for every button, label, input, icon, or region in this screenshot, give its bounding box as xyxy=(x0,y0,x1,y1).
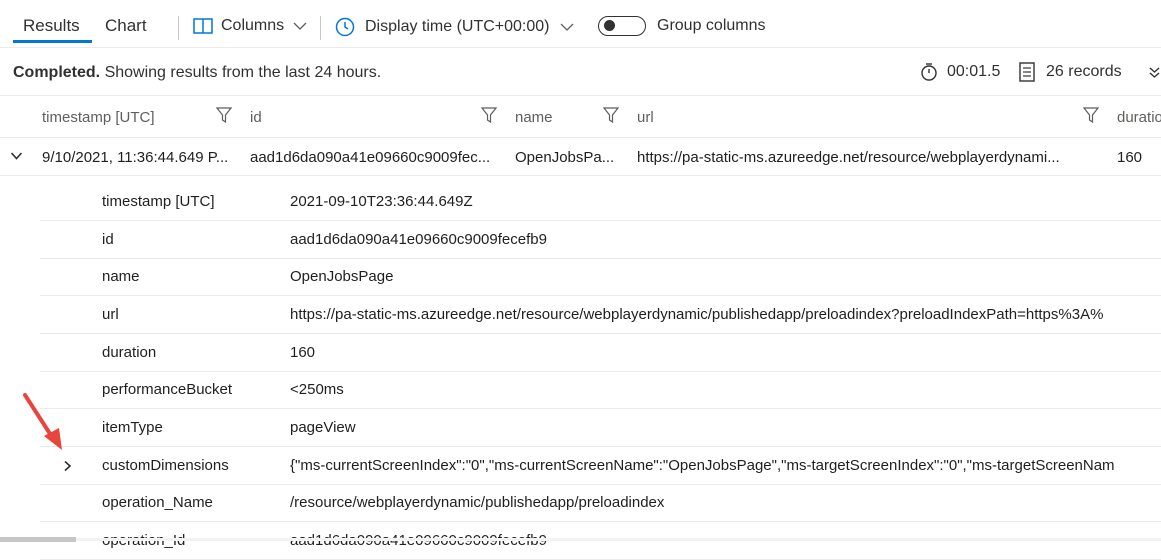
filter-icon[interactable] xyxy=(603,107,619,124)
cell-timestamp: 9/10/2021, 11:36:44.649 P... xyxy=(42,149,229,166)
toolbar-divider xyxy=(178,16,179,40)
toggle-knob xyxy=(604,20,615,31)
active-tab-indicator xyxy=(13,40,92,43)
column-header-url[interactable]: url xyxy=(637,109,654,126)
detail-value: 160 xyxy=(290,344,316,361)
detail-row: operation_Name /resource/webplayerdynami… xyxy=(40,484,1161,522)
stopwatch-icon xyxy=(921,63,937,81)
detail-key: operation_Name xyxy=(102,494,213,511)
cell-id: aad1d6da090a41e09660c9009fec... xyxy=(250,149,491,166)
group-columns-label: Group columns xyxy=(657,17,766,34)
detail-value: /resource/webplayerdynamic/publishedapp/… xyxy=(290,494,665,511)
display-time-label: Display time (UTC+00:00) xyxy=(365,18,550,35)
detail-value: https://pa-static-ms.azureedge.net/resou… xyxy=(290,306,1104,323)
filter-icon[interactable] xyxy=(1083,107,1099,124)
horizontal-scroll-track[interactable] xyxy=(0,538,1161,541)
detail-value: OpenJobsPage xyxy=(290,268,394,285)
detail-value: pageView xyxy=(290,419,356,436)
detail-row: duration 160 xyxy=(40,334,1161,372)
column-header-id[interactable]: id xyxy=(250,109,262,126)
detail-value: aad1d6da090a41e09660c9009fecefb9 xyxy=(290,231,547,248)
record-count: 26 records xyxy=(1019,62,1122,82)
detail-value: <250ms xyxy=(290,381,344,398)
records-value: 26 records xyxy=(1046,63,1122,80)
detail-key: duration xyxy=(102,344,157,361)
red-arrow-annotation xyxy=(23,393,62,450)
status-message: Completed. Showing results from the last… xyxy=(13,64,381,82)
detail-key: performanceBucket xyxy=(102,381,233,398)
filter-icon[interactable] xyxy=(216,107,232,124)
double-chevron-down-icon[interactable] xyxy=(1148,66,1161,80)
detail-row: url https://pa-static-ms.azureedge.net/r… xyxy=(40,296,1161,334)
detail-row: itemType pageView xyxy=(40,409,1161,447)
results-toolbar: Results Chart Columns Display time (UTC+… xyxy=(0,0,1161,48)
detail-row: performanceBucket <250ms xyxy=(40,371,1161,409)
query-duration: 00:01.5 xyxy=(920,62,1000,82)
tab-results[interactable]: Results xyxy=(23,16,80,36)
columns-icon xyxy=(193,18,213,34)
column-header-duration[interactable]: duratio xyxy=(1117,109,1161,126)
columns-button[interactable]: Columns xyxy=(193,17,307,35)
detail-row: name OpenJobsPage xyxy=(40,258,1161,296)
table-row[interactable]: 9/10/2021, 11:36:44.649 P... aad1d6da090… xyxy=(0,138,1161,176)
detail-key: id xyxy=(102,231,114,248)
filter-icon[interactable] xyxy=(481,107,497,124)
cell-name: OpenJobsPa... xyxy=(515,149,615,166)
records-icon xyxy=(1019,62,1035,82)
display-time-button[interactable]: Display time (UTC+00:00) xyxy=(335,17,574,37)
detail-value: 2021-09-10T23:36:44.649Z xyxy=(290,193,473,210)
column-header-row: timestamp [UTC] id name url duratio xyxy=(0,96,1161,138)
cell-url: https://pa-static-ms.azureedge.net/resou… xyxy=(637,149,1060,166)
chevron-right-icon[interactable] xyxy=(63,460,72,472)
group-columns-toggle[interactable] xyxy=(598,16,646,36)
detail-key: name xyxy=(102,268,140,285)
chevron-down-icon xyxy=(293,22,307,30)
chevron-down-icon[interactable] xyxy=(10,151,23,161)
detail-row: timestamp [UTC] 2021-09-10T23:36:44.649Z xyxy=(40,183,1161,221)
status-detail: Showing results from the last 24 hours. xyxy=(104,64,382,81)
duration-value: 00:01.5 xyxy=(947,63,1001,80)
toolbar-divider xyxy=(320,16,321,40)
clock-icon xyxy=(335,17,355,37)
columns-label: Columns xyxy=(221,17,285,34)
detail-key: itemType xyxy=(102,419,163,436)
status-completed: Completed. xyxy=(13,64,101,81)
detail-key: url xyxy=(102,306,119,323)
tab-chart[interactable]: Chart xyxy=(105,16,147,36)
detail-row: id aad1d6da090a41e09660c9009fecefb9 xyxy=(40,221,1161,259)
cell-duration: 160 xyxy=(1117,149,1143,166)
detail-row: operation_Id aad1d6da090a41e09660c9009fe… xyxy=(40,522,1161,560)
column-header-timestamp[interactable]: timestamp [UTC] xyxy=(42,109,155,126)
column-header-name[interactable]: name xyxy=(515,109,553,126)
detail-row-expandable[interactable]: customDimensions {"ms-currentScreenIndex… xyxy=(40,447,1161,485)
horizontal-scrollbar-thumb[interactable] xyxy=(0,537,76,542)
chevron-down-icon xyxy=(560,23,573,31)
query-status-bar: Completed. Showing results from the last… xyxy=(0,47,1161,96)
detail-key: timestamp [UTC] xyxy=(102,193,215,210)
detail-key: customDimensions xyxy=(102,457,229,474)
detail-value: {"ms-currentScreenIndex":"0","ms-current… xyxy=(290,457,1115,474)
